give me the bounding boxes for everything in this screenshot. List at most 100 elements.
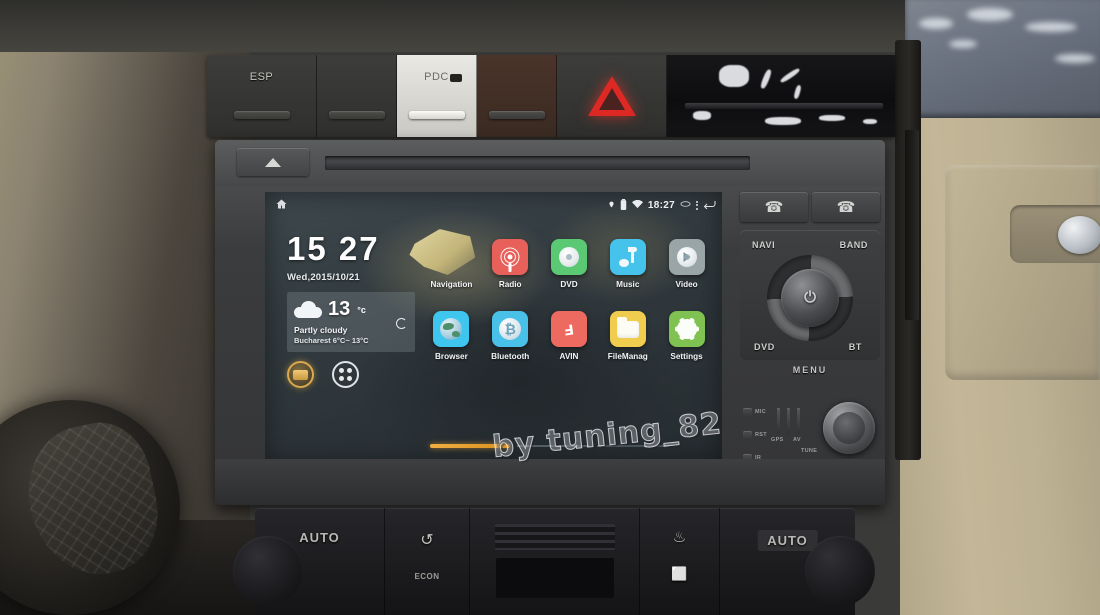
fan-grille (494, 524, 615, 550)
reset-button[interactable] (743, 431, 752, 440)
app-label: FileManag (607, 352, 648, 361)
blank-switch-2-rocker[interactable] (488, 111, 545, 119)
app-music[interactable]: Music (599, 239, 656, 289)
gps-label: GPS (771, 437, 784, 443)
hazard-button[interactable] (557, 55, 667, 137)
blank-switch-2[interactable] (477, 55, 557, 137)
eject-button[interactable] (237, 148, 309, 176)
mic-button[interactable] (743, 408, 752, 417)
climate-control-panel: AUTO ↺ ECON ♨ ⬜ AUTO (233, 508, 875, 615)
mic-label: MIC (755, 409, 766, 415)
eject-icon (265, 157, 281, 167)
usb-icon (680, 200, 691, 210)
esp-rocker[interactable] (233, 111, 290, 119)
app-bluetooth[interactable]: ₿ Bluetooth (482, 311, 539, 361)
bt-button-label[interactable]: BT (849, 342, 862, 352)
pdc-button[interactable]: PDC (397, 55, 477, 137)
rear-defrost-icon[interactable]: ⬜ (671, 566, 687, 582)
map-icon (409, 229, 476, 275)
defrost-icon[interactable]: ♨ (673, 528, 686, 546)
climate-display-zone (470, 508, 640, 615)
page-indicator-inactive-1[interactable] (517, 445, 589, 447)
cd-slot[interactable] (325, 156, 750, 170)
video-icon (668, 239, 705, 275)
esp-label: ESP (249, 71, 274, 83)
hazard-triangle-icon (557, 76, 666, 116)
wifi-icon (631, 199, 643, 211)
climate-right-zone[interactable]: AUTO (720, 508, 875, 615)
dock-row (287, 361, 417, 388)
glovebox[interactable] (945, 165, 1100, 380)
app-label: Bluetooth (491, 352, 530, 361)
right-temperature-knob[interactable] (805, 536, 875, 606)
app-label: Browser (435, 352, 468, 361)
band-button-label[interactable]: BAND (840, 240, 868, 250)
head-unit-control-cluster: ☎ ☎ NAVI BAND DVD BT ⏻ MENU (740, 192, 880, 375)
climate-recirculation-zone[interactable]: ↺ ECON (385, 508, 470, 615)
app-radio[interactable]: Radio (482, 239, 539, 289)
app-dvd[interactable]: DVD (541, 239, 598, 289)
recirculation-icon[interactable]: ↺ (420, 530, 433, 550)
app-browser[interactable]: Browser (423, 311, 480, 361)
refresh-icon[interactable] (396, 318, 407, 329)
weather-temperature-unit: °c (357, 304, 366, 315)
head-unit-bottom-bar (215, 459, 885, 505)
dvd-button-label[interactable]: DVD (754, 342, 775, 352)
climate-auto-right[interactable]: AUTO (757, 530, 818, 551)
status-bar: 18:27 (265, 192, 722, 218)
android-head-unit: 18:27 15 27 Wed,2015/10/21 13 °c Partly … (215, 140, 885, 505)
app-settings[interactable]: Settings (658, 311, 715, 361)
navi-button-label[interactable]: NAVI (752, 240, 775, 250)
blank-switch-1[interactable] (317, 55, 397, 137)
climate-left-zone[interactable]: AUTO (233, 508, 385, 615)
pdc-indicator-led (450, 74, 462, 82)
app-drawer-icon[interactable] (332, 361, 359, 388)
pdc-rocker[interactable] (408, 111, 465, 119)
app-video[interactable]: Video (658, 239, 715, 289)
music-note-icon (609, 239, 646, 275)
page-indicator-active[interactable] (430, 444, 510, 448)
weather-temperature: 13 (328, 298, 351, 320)
gps-av-slot-group[interactable]: GPS AV TUNE (771, 408, 823, 454)
volume-knob[interactable] (823, 402, 875, 454)
glovebox-latch[interactable] (1058, 216, 1100, 254)
folder-icon (609, 311, 646, 347)
menu-button[interactable]: MENU (740, 365, 880, 375)
location-pin-icon (608, 199, 615, 212)
phone-answer-button[interactable]: ☎ (740, 192, 808, 222)
android-screen[interactable]: 18:27 15 27 Wed,2015/10/21 13 °c Partly … (265, 192, 722, 462)
clock-widget-date: Wed,2015/10/21 (287, 272, 360, 283)
back-arrow-icon[interactable] (703, 199, 716, 211)
left-widget-column: 15 27 Wed,2015/10/21 13 °c Partly cloudy… (287, 232, 417, 388)
app-label: AVIN (559, 352, 579, 361)
phone-hangup-button[interactable]: ☎ (812, 192, 880, 222)
climate-defrost-zone[interactable]: ♨ ⬜ (640, 508, 720, 615)
bluetooth-icon: ₿ (492, 311, 529, 347)
overflow-menu-icon[interactable] (696, 200, 698, 210)
app-label: Video (675, 280, 698, 289)
app-filemanager[interactable]: FileManag (599, 311, 656, 361)
app-label: Settings (670, 352, 703, 361)
app-grid: Navigation Radio DVD Music Video Browser… (409, 229, 715, 361)
battery-icon (620, 198, 627, 212)
weather-widget[interactable]: 13 °c Partly cloudy Bucharest 6°C~ 13°C (287, 292, 415, 352)
home-icon[interactable] (275, 198, 288, 212)
app-label: Navigation (430, 280, 473, 289)
app-label: DVD (560, 280, 578, 289)
page-indicator-inactive-2[interactable] (597, 445, 669, 447)
av-label: AV (793, 437, 801, 443)
windshield-reflection (905, 0, 1100, 118)
power-knob[interactable]: ⏻ (781, 268, 839, 327)
app-navigation[interactable]: Navigation (409, 229, 480, 289)
car-icon[interactable] (287, 361, 314, 388)
gear-icon (668, 311, 705, 347)
clock-widget-time[interactable]: 15 27 (287, 232, 417, 265)
reset-label: RST (755, 432, 767, 438)
climate-auto-left[interactable]: AUTO (299, 530, 340, 545)
blank-switch-1-rocker[interactable] (328, 111, 385, 119)
left-temperature-knob[interactable] (233, 536, 303, 606)
disc-icon (550, 239, 587, 275)
econ-label[interactable]: ECON (414, 572, 439, 581)
app-avin[interactable]: ⅎ AVIN (541, 311, 598, 361)
esp-button[interactable]: ESP (207, 55, 317, 137)
